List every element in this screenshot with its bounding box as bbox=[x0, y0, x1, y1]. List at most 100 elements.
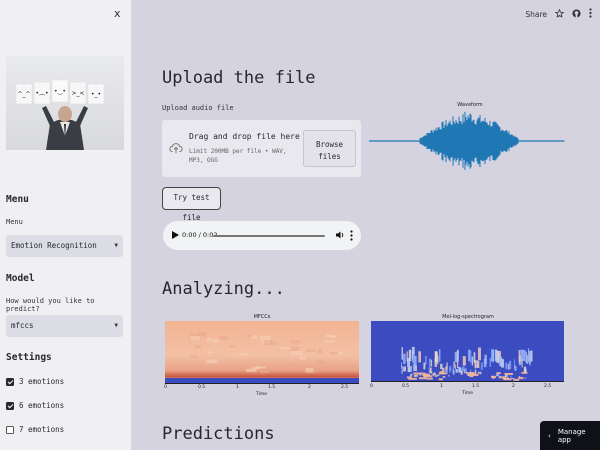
mfcc-cell bbox=[280, 346, 292, 350]
mel-cell bbox=[423, 362, 426, 370]
play-icon[interactable] bbox=[172, 231, 179, 239]
file-dropzone[interactable]: Drag and drop file here Limit 200MB per … bbox=[162, 120, 361, 177]
browse-files-button[interactable]: Browse files bbox=[303, 130, 356, 167]
mel-cell bbox=[408, 377, 417, 380]
checkbox-icon[interactable] bbox=[6, 377, 14, 386]
mfcc-cell bbox=[208, 350, 213, 354]
mfcc-cell bbox=[329, 335, 337, 338]
sidebar: x ^_^ •︵• •‿• >_< •_• Menu Menu Emotion … bbox=[0, 0, 131, 450]
mel-xlabel: Time bbox=[462, 391, 474, 396]
model-select[interactable]: mfccs ▼ bbox=[6, 315, 123, 337]
mfcc-cell bbox=[190, 336, 200, 341]
mel-cell bbox=[442, 376, 445, 378]
mel-cell bbox=[403, 353, 406, 364]
close-sidebar-button[interactable]: x bbox=[114, 7, 121, 20]
mel-cell bbox=[473, 352, 476, 363]
mfcc-xlabel: Time bbox=[256, 392, 268, 397]
menu-select-value: Emotion Recognition bbox=[11, 241, 97, 250]
checkbox-icon[interactable] bbox=[6, 401, 14, 410]
manage-app-button[interactable]: ‹ Manage app bbox=[540, 421, 600, 450]
svg-text:•‿•: •‿• bbox=[54, 88, 66, 95]
mel-cell bbox=[462, 356, 466, 366]
face-card-text: ^_^ bbox=[17, 91, 30, 98]
menu-select[interactable]: Emotion Recognition ▼ bbox=[6, 235, 123, 257]
mel-cell bbox=[496, 372, 501, 375]
mel-cell bbox=[505, 362, 508, 370]
mel-cell bbox=[521, 371, 528, 374]
mfcc-cell bbox=[290, 340, 301, 344]
manage-app-label: Manage app bbox=[557, 427, 586, 444]
mfcc-cell bbox=[259, 370, 269, 374]
mel-cell bbox=[518, 349, 521, 363]
mel-chart-title: Mel-log-spectrogram bbox=[442, 314, 494, 320]
model-heading: Model bbox=[6, 273, 35, 284]
mel-cell bbox=[452, 368, 454, 373]
mel-cell bbox=[489, 357, 492, 368]
checkbox-3-emotions[interactable]: 3 emotions bbox=[6, 377, 64, 386]
audio-player[interactable]: 0:00 / 0:02 bbox=[163, 221, 361, 250]
mel-cell bbox=[448, 374, 450, 377]
mfcc-tick: 0.5 bbox=[198, 385, 206, 390]
audio-progress-track[interactable] bbox=[213, 235, 325, 237]
mel-cell bbox=[412, 353, 415, 364]
model-label: How would you like to predict? bbox=[6, 297, 95, 313]
mfcc-cell bbox=[260, 336, 271, 341]
mel-tick: 0 bbox=[370, 384, 373, 389]
mfcc-tick: 0 bbox=[164, 385, 167, 390]
mfcc-cell bbox=[238, 353, 248, 356]
mfcc-cell bbox=[195, 345, 202, 349]
checkbox-6-emotions[interactable]: 6 emotions bbox=[6, 401, 64, 410]
mel-cell bbox=[528, 351, 531, 363]
predictions-heading: Predictions bbox=[162, 424, 275, 444]
mfcc-cell bbox=[206, 359, 218, 364]
mel-cell bbox=[469, 350, 472, 363]
mel-cell bbox=[466, 372, 475, 375]
audio-more-icon[interactable] bbox=[350, 230, 353, 241]
mel-tick: 1.5 bbox=[472, 384, 480, 389]
dropzone-title: Drag and drop file here bbox=[189, 132, 300, 141]
mfcc-cell bbox=[306, 349, 316, 353]
star-icon[interactable] bbox=[554, 8, 565, 20]
svg-text:>_<: >_< bbox=[71, 90, 84, 97]
mel-cell bbox=[468, 349, 470, 362]
mel-cell bbox=[457, 361, 459, 369]
upload-heading: Upload the file bbox=[162, 68, 316, 88]
mel-cell bbox=[402, 366, 404, 371]
menu-label: Menu bbox=[6, 218, 23, 226]
mfcc-cell bbox=[317, 360, 326, 365]
mel-cell bbox=[518, 377, 524, 380]
mel-cell bbox=[453, 361, 455, 369]
mel-cell bbox=[407, 358, 411, 367]
mfcc-cell bbox=[299, 356, 306, 360]
mfcc-cell bbox=[251, 366, 261, 370]
mel-tick: 0.5 bbox=[402, 384, 410, 389]
mel-cell bbox=[477, 371, 482, 374]
mel-cell bbox=[446, 369, 448, 375]
waveform-plot bbox=[369, 111, 565, 170]
mel-cell bbox=[413, 372, 422, 375]
mel-cell bbox=[454, 351, 458, 363]
checkbox-icon[interactable] bbox=[6, 425, 14, 434]
chevron-left-icon: ‹ bbox=[548, 431, 551, 440]
caret-down-icon: ▼ bbox=[114, 242, 118, 249]
upload-audio-label: Upload audio file bbox=[162, 104, 234, 112]
mel-cell bbox=[434, 374, 438, 377]
volume-icon[interactable] bbox=[335, 230, 345, 240]
checkbox-label: 6 emotions bbox=[19, 401, 65, 410]
try-test-file-button[interactable]: Try test file bbox=[162, 187, 221, 222]
mel-cell bbox=[440, 363, 443, 370]
share-button[interactable]: Share bbox=[525, 10, 547, 19]
mel-cell bbox=[522, 349, 526, 361]
mfcc-cell bbox=[284, 362, 294, 366]
svg-text:•_•: •_• bbox=[91, 91, 101, 98]
mel-cell bbox=[462, 366, 465, 371]
github-icon[interactable] bbox=[572, 8, 581, 20]
mfcc-cell bbox=[305, 367, 314, 373]
checkbox-7-emotions[interactable]: 7 emotions bbox=[6, 425, 64, 434]
emotion-faces-image: ^_^ •︵• •‿• >_< •_• bbox=[6, 56, 124, 150]
mel-cell bbox=[524, 377, 527, 379]
mel-cell bbox=[521, 358, 523, 368]
browse-label-line1: Browse bbox=[315, 140, 344, 149]
more-menu-icon[interactable] bbox=[589, 8, 592, 20]
mfcc-tick: 2 bbox=[308, 385, 311, 390]
